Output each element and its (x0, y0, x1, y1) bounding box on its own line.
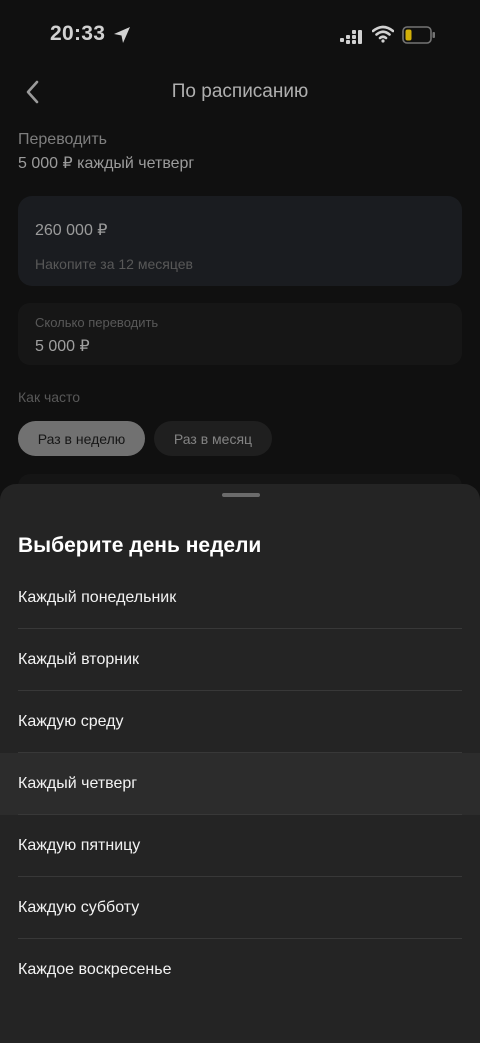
day-picker-sheet: Выберите день недели Каждый понедельник … (0, 484, 480, 1043)
sheet-title: Выберите день недели (18, 534, 262, 557)
day-option-friday[interactable]: Каждую пятницу (0, 815, 480, 877)
day-options-list: Каждый понедельник Каждый вторник Каждую… (0, 567, 480, 1001)
day-option-monday[interactable]: Каждый понедельник (0, 567, 480, 629)
day-option-wednesday[interactable]: Каждую среду (0, 691, 480, 753)
day-option-tuesday[interactable]: Каждый вторник (0, 629, 480, 691)
screen: 20:33 По расписанию Переводить 5 000 ₽ к… (0, 0, 480, 1043)
sheet-grabber[interactable] (222, 493, 260, 497)
day-option-sunday[interactable]: Каждое воскресенье (0, 939, 480, 1001)
day-option-thursday[interactable]: Каждый четверг (0, 753, 480, 815)
day-option-saturday[interactable]: Каждую субботу (0, 877, 480, 939)
